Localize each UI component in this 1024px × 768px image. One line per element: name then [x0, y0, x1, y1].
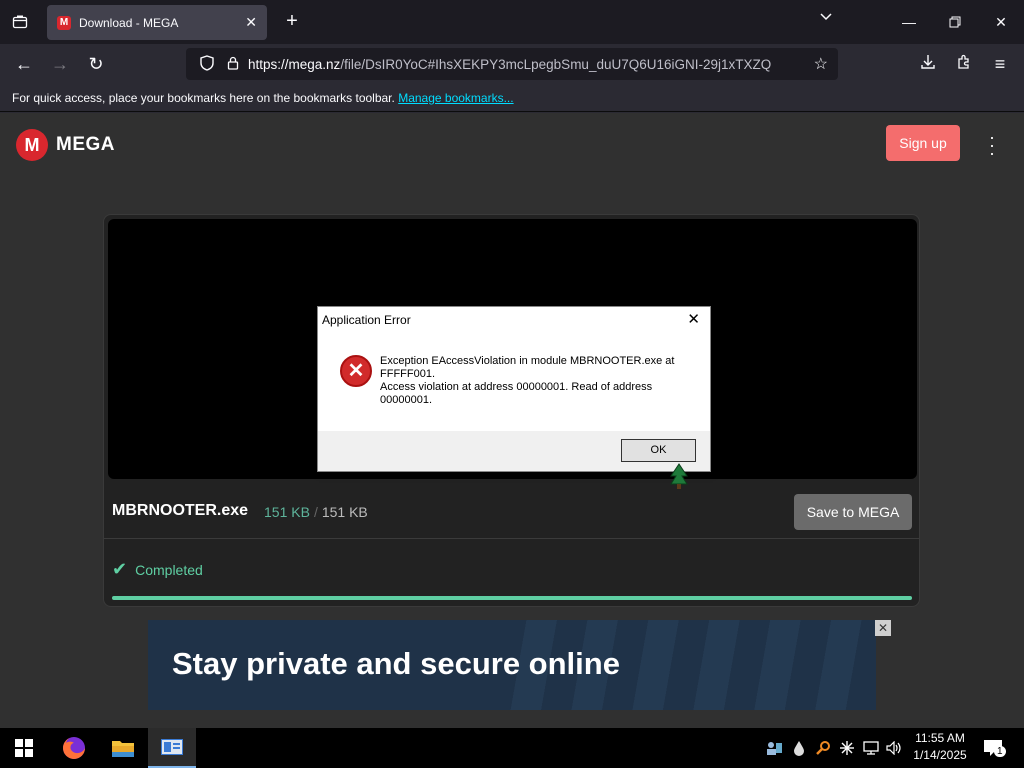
ad-headline: Stay private and secure online — [172, 646, 620, 681]
file-name: MBRNOOTER.exe — [112, 502, 249, 519]
error-message-line: Exception EAccessViolation in module MBR… — [380, 355, 675, 380]
dialog-body: ✕ Exception EAccessViolation in module M… — [318, 333, 710, 431]
clock-date: 1/14/2025 — [913, 748, 967, 762]
error-message: Exception EAccessViolation in module MBR… — [380, 355, 698, 407]
status-label: Completed — [135, 561, 203, 578]
size-separator: / — [313, 504, 318, 520]
close-window-icon[interactable]: ✕ — [986, 8, 1016, 36]
download-status: ✔ Completed — [112, 559, 203, 580]
mega-logo-icon: M — [16, 129, 48, 161]
more-options-icon[interactable]: · · · — [982, 128, 1002, 162]
application-error-dialog: Application Error ✕ ✕ Exception EAccessV… — [317, 306, 711, 472]
minimize-icon[interactable]: — — [894, 8, 924, 36]
lock-icon[interactable] — [222, 56, 244, 73]
network-icon[interactable] — [861, 728, 881, 768]
back-icon[interactable]: ← — [10, 50, 38, 78]
tab-title: Download - MEGA — [79, 15, 179, 30]
download-progress-bar — [112, 596, 912, 600]
dialog-title-bar: Application Error ✕ — [318, 307, 710, 333]
file-explorer-icon[interactable] — [99, 728, 147, 768]
close-tab-icon[interactable]: ✕ — [245, 14, 257, 31]
save-to-mega-button[interactable]: Save to MEGA — [794, 494, 912, 530]
bookmarks-toolbar: For quick access, place your bookmarks h… — [0, 84, 1024, 112]
clock-time: 11:55 AM — [915, 731, 965, 745]
downloads-icon[interactable] — [914, 50, 942, 78]
url-text[interactable]: https://mega.nz/file/DsIR0YoC#IhsXEKPY3m… — [248, 57, 788, 72]
advertisement-banner[interactable]: Stay private and secure online — [148, 620, 876, 710]
water-drop-icon[interactable] — [789, 728, 809, 768]
shield-icon[interactable] — [196, 54, 218, 74]
mouse-cursor-icon — [668, 462, 688, 490]
checkmark-icon: ✔ — [112, 559, 128, 579]
divider — [104, 538, 919, 539]
manage-bookmarks-link[interactable]: Manage bookmarks... — [398, 91, 513, 105]
sign-up-button[interactable]: Sign up — [886, 125, 960, 161]
total-size: 151 KB — [321, 504, 368, 520]
firefox-icon[interactable] — [50, 728, 98, 768]
search-magnifier-icon[interactable] — [813, 728, 833, 768]
browser-tab[interactable]: M Download - MEGA ✕ — [47, 5, 267, 40]
new-tab-icon[interactable]: + — [280, 10, 304, 34]
close-ad-icon[interactable]: ✕ — [875, 620, 891, 636]
menu-hamburger-icon[interactable]: ≡ — [986, 50, 1014, 78]
extensions-icon[interactable] — [950, 50, 978, 78]
dialog-close-icon[interactable]: ✕ — [687, 307, 700, 333]
windows-start-icon[interactable] — [0, 728, 48, 768]
mega-logo[interactable]: M MEGA — [16, 129, 115, 161]
bookmarks-message: For quick access, place your bookmarks h… — [12, 91, 395, 105]
file-size-info: 151 KB/151 KB — [264, 504, 368, 520]
notification-center-icon[interactable]: 1 — [980, 728, 1006, 768]
browser-tab-bar: M Download - MEGA ✕ + — ✕ — [0, 0, 1024, 44]
taskbar-app-active-icon[interactable] — [148, 728, 196, 768]
mega-favicon-icon: M — [57, 15, 71, 30]
navigation-toolbar: ← → ↻ https://mega.nz/file/DsIR0YoC#IhsX… — [0, 44, 1024, 84]
taskbar-clock[interactable]: 11:55 AM 1/14/2025 — [905, 730, 975, 764]
ok-button[interactable]: OK — [621, 439, 696, 462]
bookmark-star-icon[interactable]: ☆ — [814, 54, 828, 74]
downloaded-size: 151 KB — [264, 504, 310, 520]
mega-wordmark: MEGA — [56, 134, 115, 155]
restore-icon[interactable] — [940, 8, 970, 36]
windows-taskbar: 11:55 AM 1/14/2025 1 — [0, 728, 1024, 768]
forward-icon[interactable]: → — [46, 50, 74, 78]
volume-icon[interactable] — [884, 728, 904, 768]
chevron-down-icon[interactable] — [815, 10, 837, 32]
tray-network-user-icon[interactable] — [764, 728, 784, 768]
progress-fill — [112, 596, 912, 600]
asterisk-tray-icon[interactable] — [837, 728, 857, 768]
reload-icon[interactable]: ↻ — [82, 50, 110, 78]
address-bar[interactable]: https://mega.nz/file/DsIR0YoC#IhsXEKPY3m… — [186, 48, 838, 80]
tab-list-icon[interactable] — [8, 10, 32, 34]
notification-count: 1 — [994, 746, 1006, 757]
error-icon: ✕ — [340, 355, 372, 387]
dialog-title: Application Error — [322, 313, 411, 327]
error-message-line: Access violation at address 00000001. Re… — [380, 381, 653, 406]
